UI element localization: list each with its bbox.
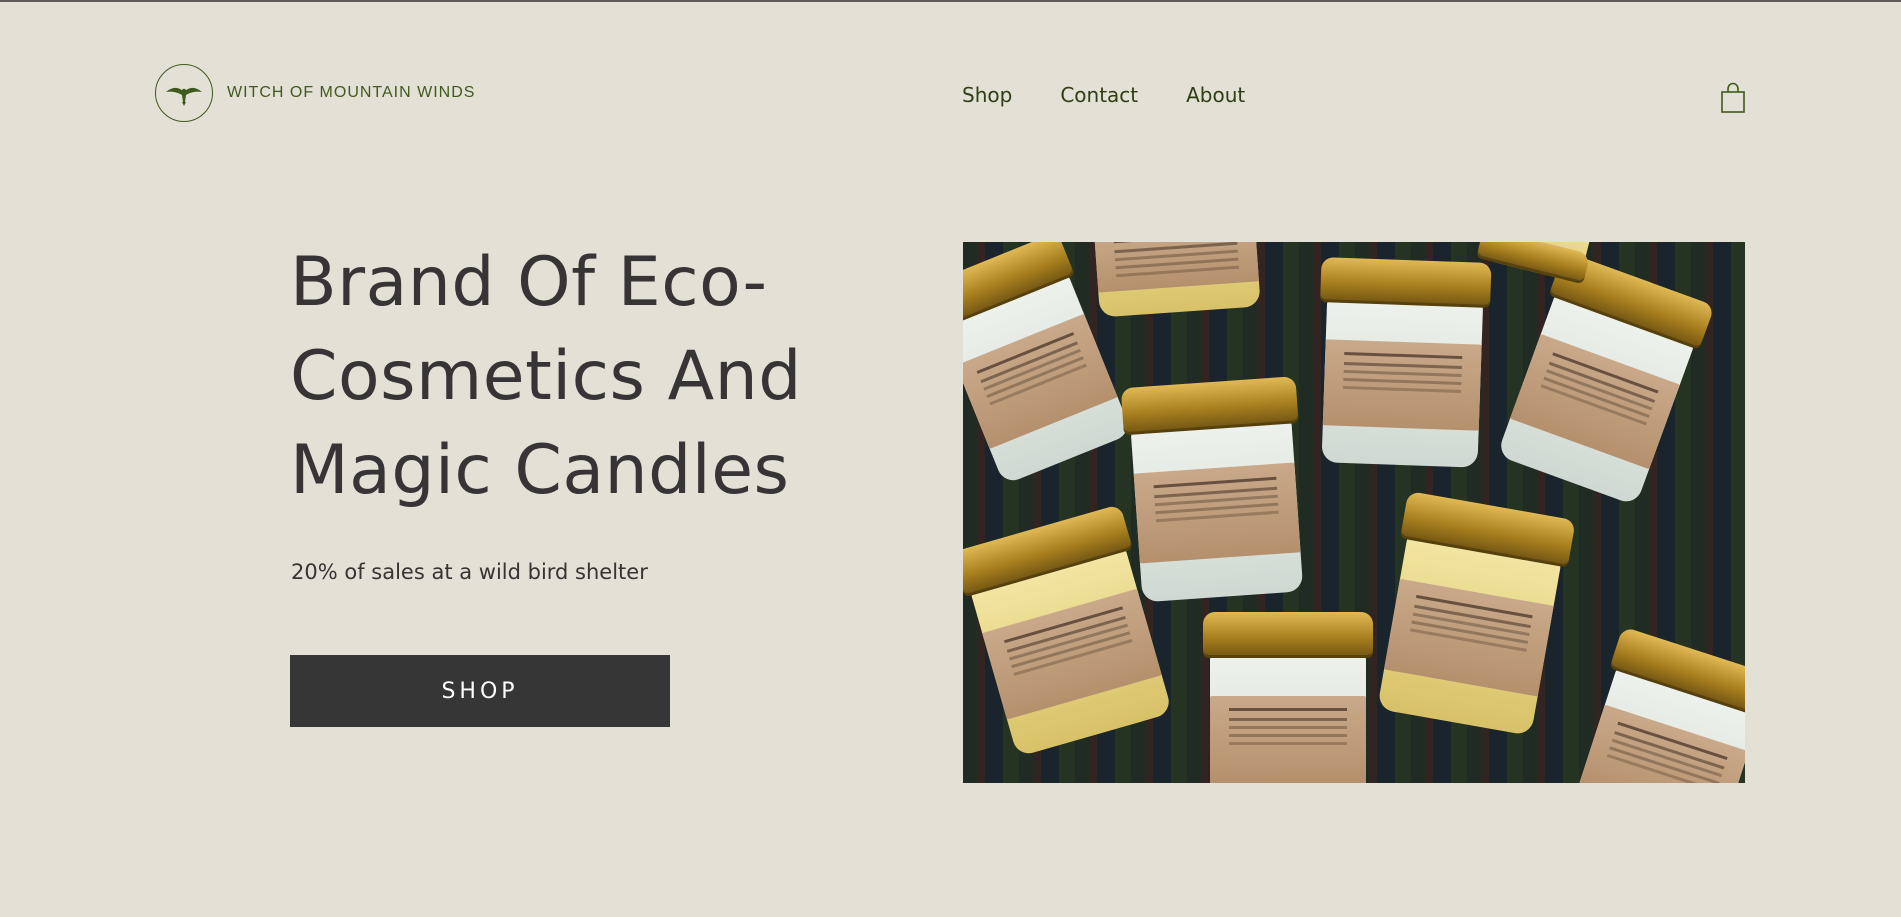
jar-image bbox=[1203, 612, 1373, 783]
hero-title: Brand Of Eco-Cosmetics And Magic Candles bbox=[290, 243, 802, 510]
brand-logo[interactable]: WITCH OF MOUNTAIN WINDS bbox=[155, 64, 475, 122]
jar-image bbox=[1370, 490, 1576, 737]
shopping-bag-icon[interactable] bbox=[1719, 82, 1747, 114]
shop-button[interactable]: SHOP bbox=[290, 655, 670, 727]
jar-image bbox=[1083, 242, 1267, 318]
hero-image bbox=[963, 242, 1745, 783]
top-border bbox=[0, 0, 1901, 2]
nav-shop[interactable]: Shop bbox=[962, 80, 1012, 110]
hero-subtitle: 20% of sales at a wild bird shelter bbox=[291, 560, 648, 584]
jar-image bbox=[1314, 257, 1492, 468]
brand-name: WITCH OF MOUNTAIN WINDS bbox=[227, 84, 476, 101]
jar-image bbox=[1491, 251, 1715, 508]
nav-contact[interactable]: Contact bbox=[1060, 80, 1138, 110]
jar-image bbox=[1561, 626, 1745, 783]
jar-image bbox=[1476, 242, 1600, 285]
jar-image bbox=[1120, 376, 1311, 603]
nav-about[interactable]: About bbox=[1186, 80, 1245, 110]
bird-icon bbox=[155, 64, 213, 122]
main-nav: Shop Contact About bbox=[962, 80, 1245, 110]
